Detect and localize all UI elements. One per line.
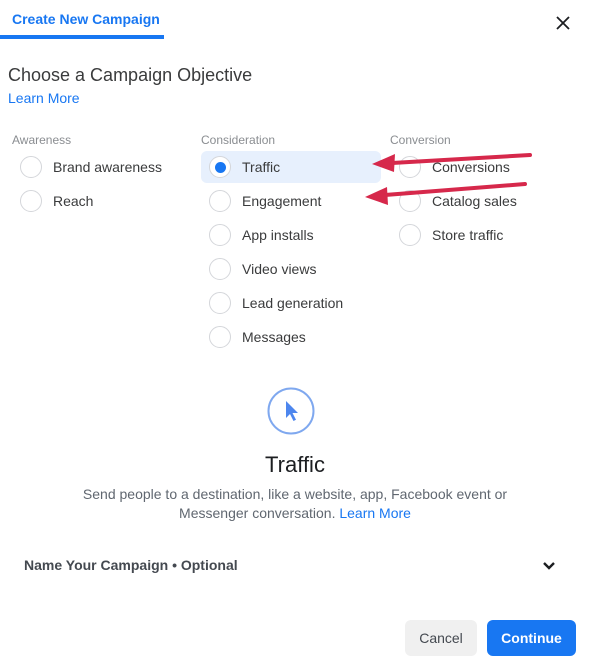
radio-button[interactable] xyxy=(399,156,421,178)
objective-detail-title: Traffic xyxy=(265,452,325,477)
objective-detail-description: Send people to a destination, like a web… xyxy=(70,485,520,523)
option-label: Engagement xyxy=(242,193,322,209)
option-conversions[interactable]: Conversions xyxy=(391,151,571,183)
option-label: Messages xyxy=(242,329,306,345)
tab-active-indicator xyxy=(0,35,164,39)
radio-button[interactable] xyxy=(20,190,42,212)
option-catalog-sales[interactable]: Catalog sales xyxy=(391,185,571,217)
option-app-installs[interactable]: App installs xyxy=(201,219,381,251)
radio-button[interactable] xyxy=(209,292,231,314)
chevron-down-icon[interactable] xyxy=(541,558,557,574)
radio-button[interactable] xyxy=(399,190,421,212)
radio-button-selected[interactable] xyxy=(209,156,231,178)
option-label: Reach xyxy=(53,193,94,209)
radio-button[interactable] xyxy=(399,224,421,246)
radio-button[interactable] xyxy=(209,190,231,212)
description-text: Send people to a destination, like a web… xyxy=(82,486,508,521)
option-store-traffic[interactable]: Store traffic xyxy=(391,219,571,251)
cancel-button[interactable]: Cancel xyxy=(405,620,477,656)
learn-more-link[interactable]: Learn More xyxy=(8,90,80,106)
radio-button[interactable] xyxy=(209,326,231,348)
option-label: Conversions xyxy=(432,159,510,175)
column-label-awareness: Awareness xyxy=(12,133,72,147)
option-lead-generation[interactable]: Lead generation xyxy=(201,287,381,319)
name-campaign-label: Name Your Campaign • Optional xyxy=(24,557,238,573)
option-traffic[interactable]: Traffic xyxy=(201,151,381,183)
option-label: App installs xyxy=(242,227,314,243)
option-label: Video views xyxy=(242,261,317,277)
radio-button[interactable] xyxy=(209,224,231,246)
column-label-consideration: Consideration xyxy=(201,133,276,147)
option-label: Store traffic xyxy=(432,227,504,243)
page-title: Choose a Campaign Objective xyxy=(8,65,253,85)
option-brand-awareness[interactable]: Brand awareness xyxy=(12,151,187,183)
cursor-pointer-icon xyxy=(267,387,315,435)
radio-button[interactable] xyxy=(20,156,42,178)
option-label: Traffic xyxy=(242,159,281,175)
column-label-conversion: Conversion xyxy=(390,133,451,147)
option-label: Lead generation xyxy=(242,295,344,311)
tab-create-new-campaign[interactable]: Create New Campaign xyxy=(0,0,164,39)
tab-label: Create New Campaign xyxy=(12,11,160,27)
option-label: Catalog sales xyxy=(432,193,517,209)
option-engagement[interactable]: Engagement xyxy=(201,185,381,217)
option-video-views[interactable]: Video views xyxy=(201,253,381,285)
close-button[interactable] xyxy=(552,12,574,34)
radio-button[interactable] xyxy=(209,258,231,280)
close-icon xyxy=(556,16,570,30)
option-label: Brand awareness xyxy=(53,159,162,175)
detail-learn-more-link[interactable]: Learn More xyxy=(339,505,411,521)
option-reach[interactable]: Reach xyxy=(12,185,187,217)
name-campaign-expander[interactable]: Name Your Campaign • Optional xyxy=(0,548,590,582)
option-messages[interactable]: Messages xyxy=(201,321,381,353)
continue-button[interactable]: Continue xyxy=(487,620,576,656)
